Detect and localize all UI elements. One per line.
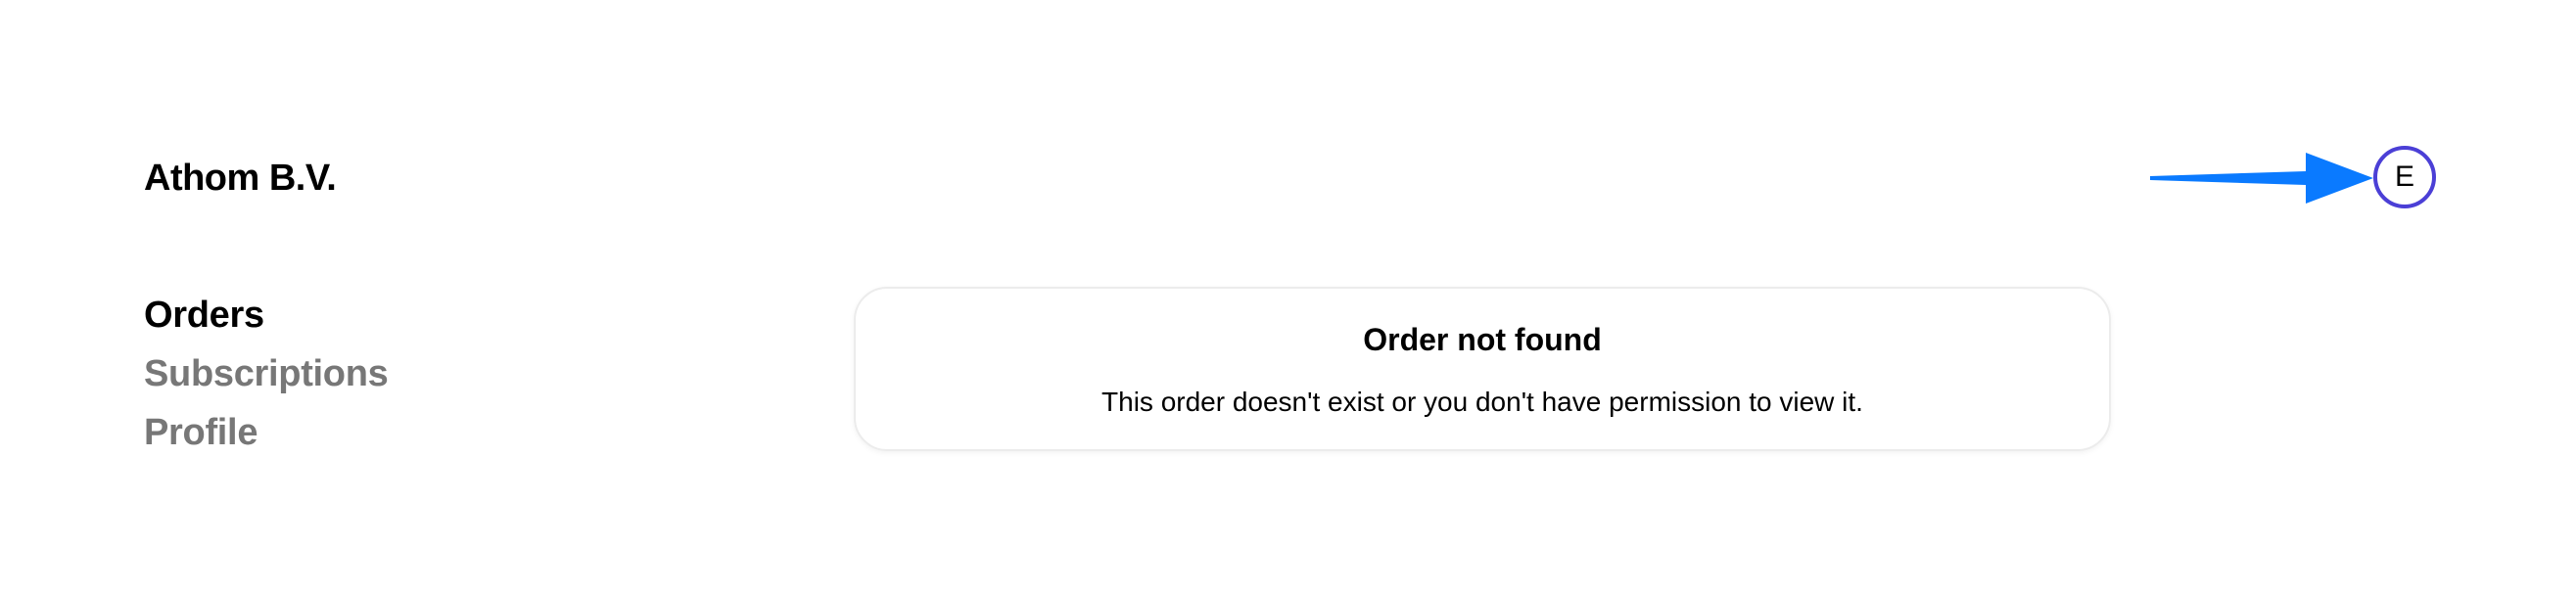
page: Athom B.V. E Orders Subscriptions Profil… xyxy=(0,0,2576,594)
avatar-container: E xyxy=(2373,146,2436,208)
sidebar-item-subscriptions[interactable]: Subscriptions xyxy=(144,344,389,403)
sidebar-nav: Orders Subscriptions Profile xyxy=(144,286,389,462)
avatar[interactable]: E xyxy=(2373,146,2436,208)
sidebar-item-orders[interactable]: Orders xyxy=(144,286,388,344)
error-message: This order doesn't exist or you don't ha… xyxy=(1101,387,1863,417)
brand-name: Athom B.V. xyxy=(144,158,337,199)
avatar-initial: E xyxy=(2394,160,2414,193)
sidebar-item-profile[interactable]: Profile xyxy=(144,403,388,462)
arrow-right-icon xyxy=(2150,153,2373,204)
error-title: Order not found xyxy=(1363,322,1602,357)
error-card: Order not found This order doesn't exist… xyxy=(854,287,2111,451)
